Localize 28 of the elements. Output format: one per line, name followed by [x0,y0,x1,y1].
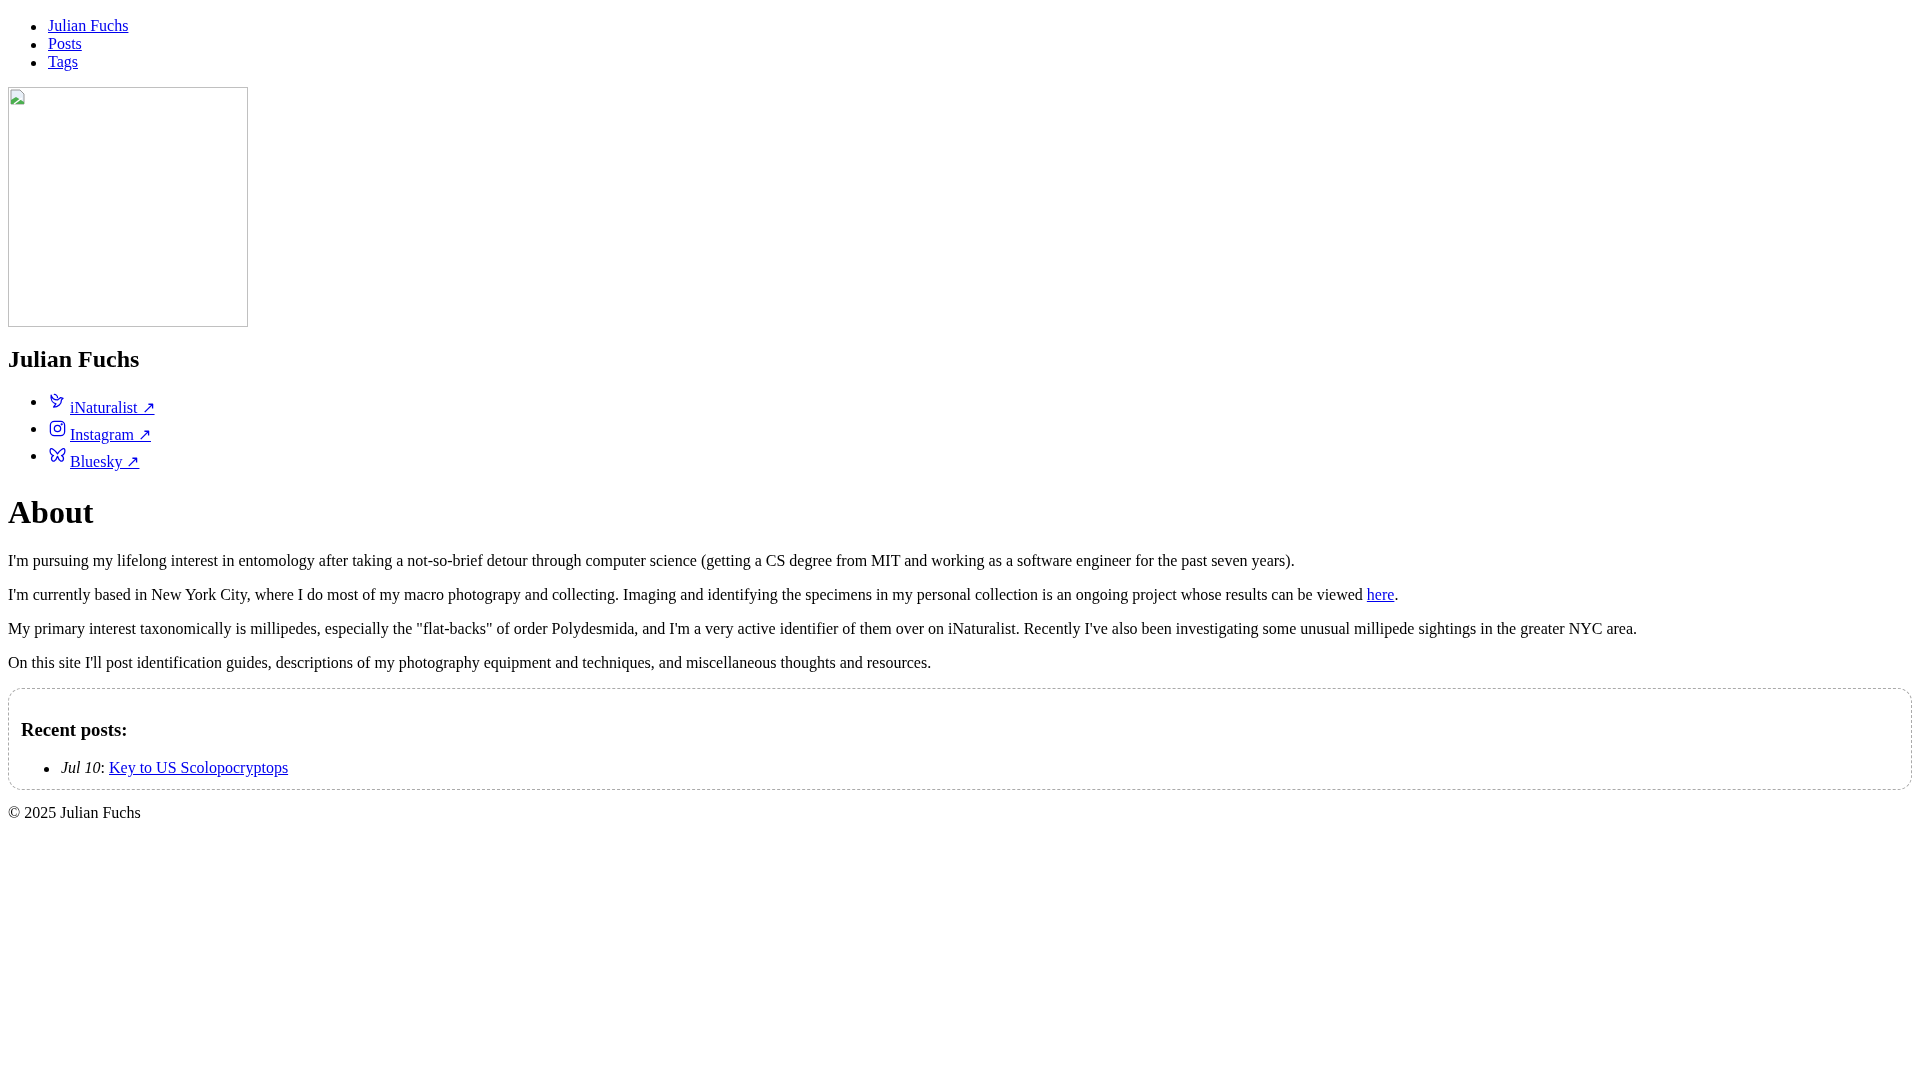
post-link[interactable]: Key to US Scolopocryptops [109,759,289,776]
nav-link[interactable]: Julian Fuchs [48,17,129,34]
bullet [31,427,36,432]
paragraph: I'm currently based in New York City, where I do most of my macro photograpy and collecting. Imaging and identifying the specimens in my personal collection is an ongoing project whose results can be viewed here. [8,586,1400,604]
bullet [31,25,36,30]
inline-link[interactable]: here [1366,586,1395,603]
butterfly-icon [48,446,67,465]
nav-link[interactable]: Tags [48,53,78,70]
broken-image-icon [10,89,26,105]
paragraph: I'm pursuing my lifelong interest in entomology after taking a not-so-brief detour through computer science (getting a CS degree from MIT and working as a software engineer for the past seven years). [8,552,1296,570]
instagram-icon [48,419,67,438]
social-link[interactable]: Bluesky ↗ [48,446,140,473]
profile-name: Julian Fuchs [8,346,141,373]
social-link[interactable]: Instagram ↗ [48,419,151,446]
nav-link[interactable]: Posts [48,35,82,52]
social-link[interactable]: iNaturalist ↗ [48,392,155,419]
bird-icon [48,392,67,411]
post-date: Jul 10: [61,759,105,776]
bullet [31,400,36,405]
footer-text: © 2025 Julian Fuchs [8,804,142,822]
bullet [31,454,36,459]
paragraph: My primary interest taxonomically is millipedes, especially the "flat-backs" of order Polydesmida, and I'm a very active identifier of them over on iNaturalist. Recently I've also been investigating some unusual millipede sightings in the greater NYC area. [8,620,1639,638]
bullet [31,43,36,48]
bullet [31,61,36,66]
bullet [44,767,49,772]
card-heading: Recent posts: [21,718,129,741]
paragraph: On this site I'll post identification guides, descriptions of my photography equipment and techniques, and miscellaneous thoughts and resources. [8,654,933,672]
section-heading: About [8,494,95,531]
